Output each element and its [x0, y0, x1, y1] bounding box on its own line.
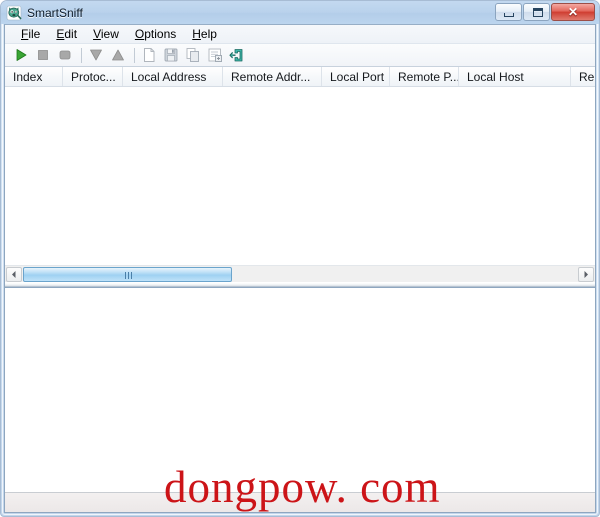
minimize-button[interactable]: [495, 3, 522, 21]
move-up-button[interactable]: [108, 45, 128, 65]
grip-icon: [124, 271, 132, 279]
toolbar: [5, 44, 595, 67]
menu-bar: File Edit View Options Help: [5, 25, 595, 44]
move-down-button[interactable]: [86, 45, 106, 65]
title-bar[interactable]: SmartSniff ✕: [1, 1, 599, 24]
maximize-button[interactable]: [523, 3, 550, 21]
capture-options-button[interactable]: [227, 45, 247, 65]
scroll-left-button[interactable]: [6, 266, 22, 282]
packet-list-header: Index Protoc... Local Address Remote Add…: [5, 67, 595, 87]
toolbar-separator-2: [134, 47, 135, 63]
start-capture-button[interactable]: [11, 45, 31, 65]
column-header-remote-port[interactable]: Remote P...: [390, 67, 459, 86]
scroll-right-button[interactable]: [578, 266, 594, 282]
toolbar-separator-1: [81, 47, 82, 63]
close-icon: ✕: [567, 5, 579, 19]
client-area: File Edit View Options Help Index Protoc…: [4, 24, 596, 513]
close-button[interactable]: ✕: [551, 3, 595, 21]
column-header-local-port[interactable]: Local Port: [322, 67, 390, 86]
hscroll-track[interactable]: [23, 266, 577, 282]
column-header-protocol[interactable]: Protoc...: [63, 67, 123, 86]
packet-list-pane: Index Protoc... Local Address Remote Add…: [5, 67, 595, 283]
stop-capture-button[interactable]: [33, 45, 53, 65]
window-controls: ✕: [494, 2, 595, 22]
column-header-remote-host[interactable]: Remote Host: [571, 67, 595, 86]
column-header-local-host[interactable]: Local Host: [459, 67, 571, 86]
menu-item-view[interactable]: View: [85, 26, 127, 42]
menu-item-help[interactable]: Help: [184, 26, 225, 42]
clear-capture-button[interactable]: [55, 45, 75, 65]
packet-data-pane[interactable]: [5, 287, 595, 492]
sniffer-dog-icon: [6, 5, 22, 21]
application-window: SmartSniff ✕ File Edit View Options Help: [0, 0, 600, 517]
column-header-index[interactable]: Index: [5, 67, 63, 86]
menu-item-options[interactable]: Options: [127, 26, 184, 42]
window-title: SmartSniff: [27, 5, 83, 20]
minimize-icon: [504, 13, 514, 17]
packet-list-hscrollbar[interactable]: [5, 265, 595, 282]
menu-item-edit[interactable]: Edit: [48, 26, 85, 42]
hscroll-thumb[interactable]: [23, 266, 232, 282]
packet-list-body[interactable]: [5, 87, 595, 265]
new-file-button[interactable]: [139, 45, 159, 65]
menu-item-file[interactable]: File: [13, 26, 48, 42]
maximize-icon: [533, 8, 543, 17]
copy-button[interactable]: [183, 45, 203, 65]
column-header-local-address[interactable]: Local Address: [123, 67, 223, 86]
properties-button[interactable]: [205, 45, 225, 65]
status-bar: [5, 492, 595, 512]
column-header-remote-address[interactable]: Remote Addr...: [223, 67, 322, 86]
save-button[interactable]: [161, 45, 181, 65]
